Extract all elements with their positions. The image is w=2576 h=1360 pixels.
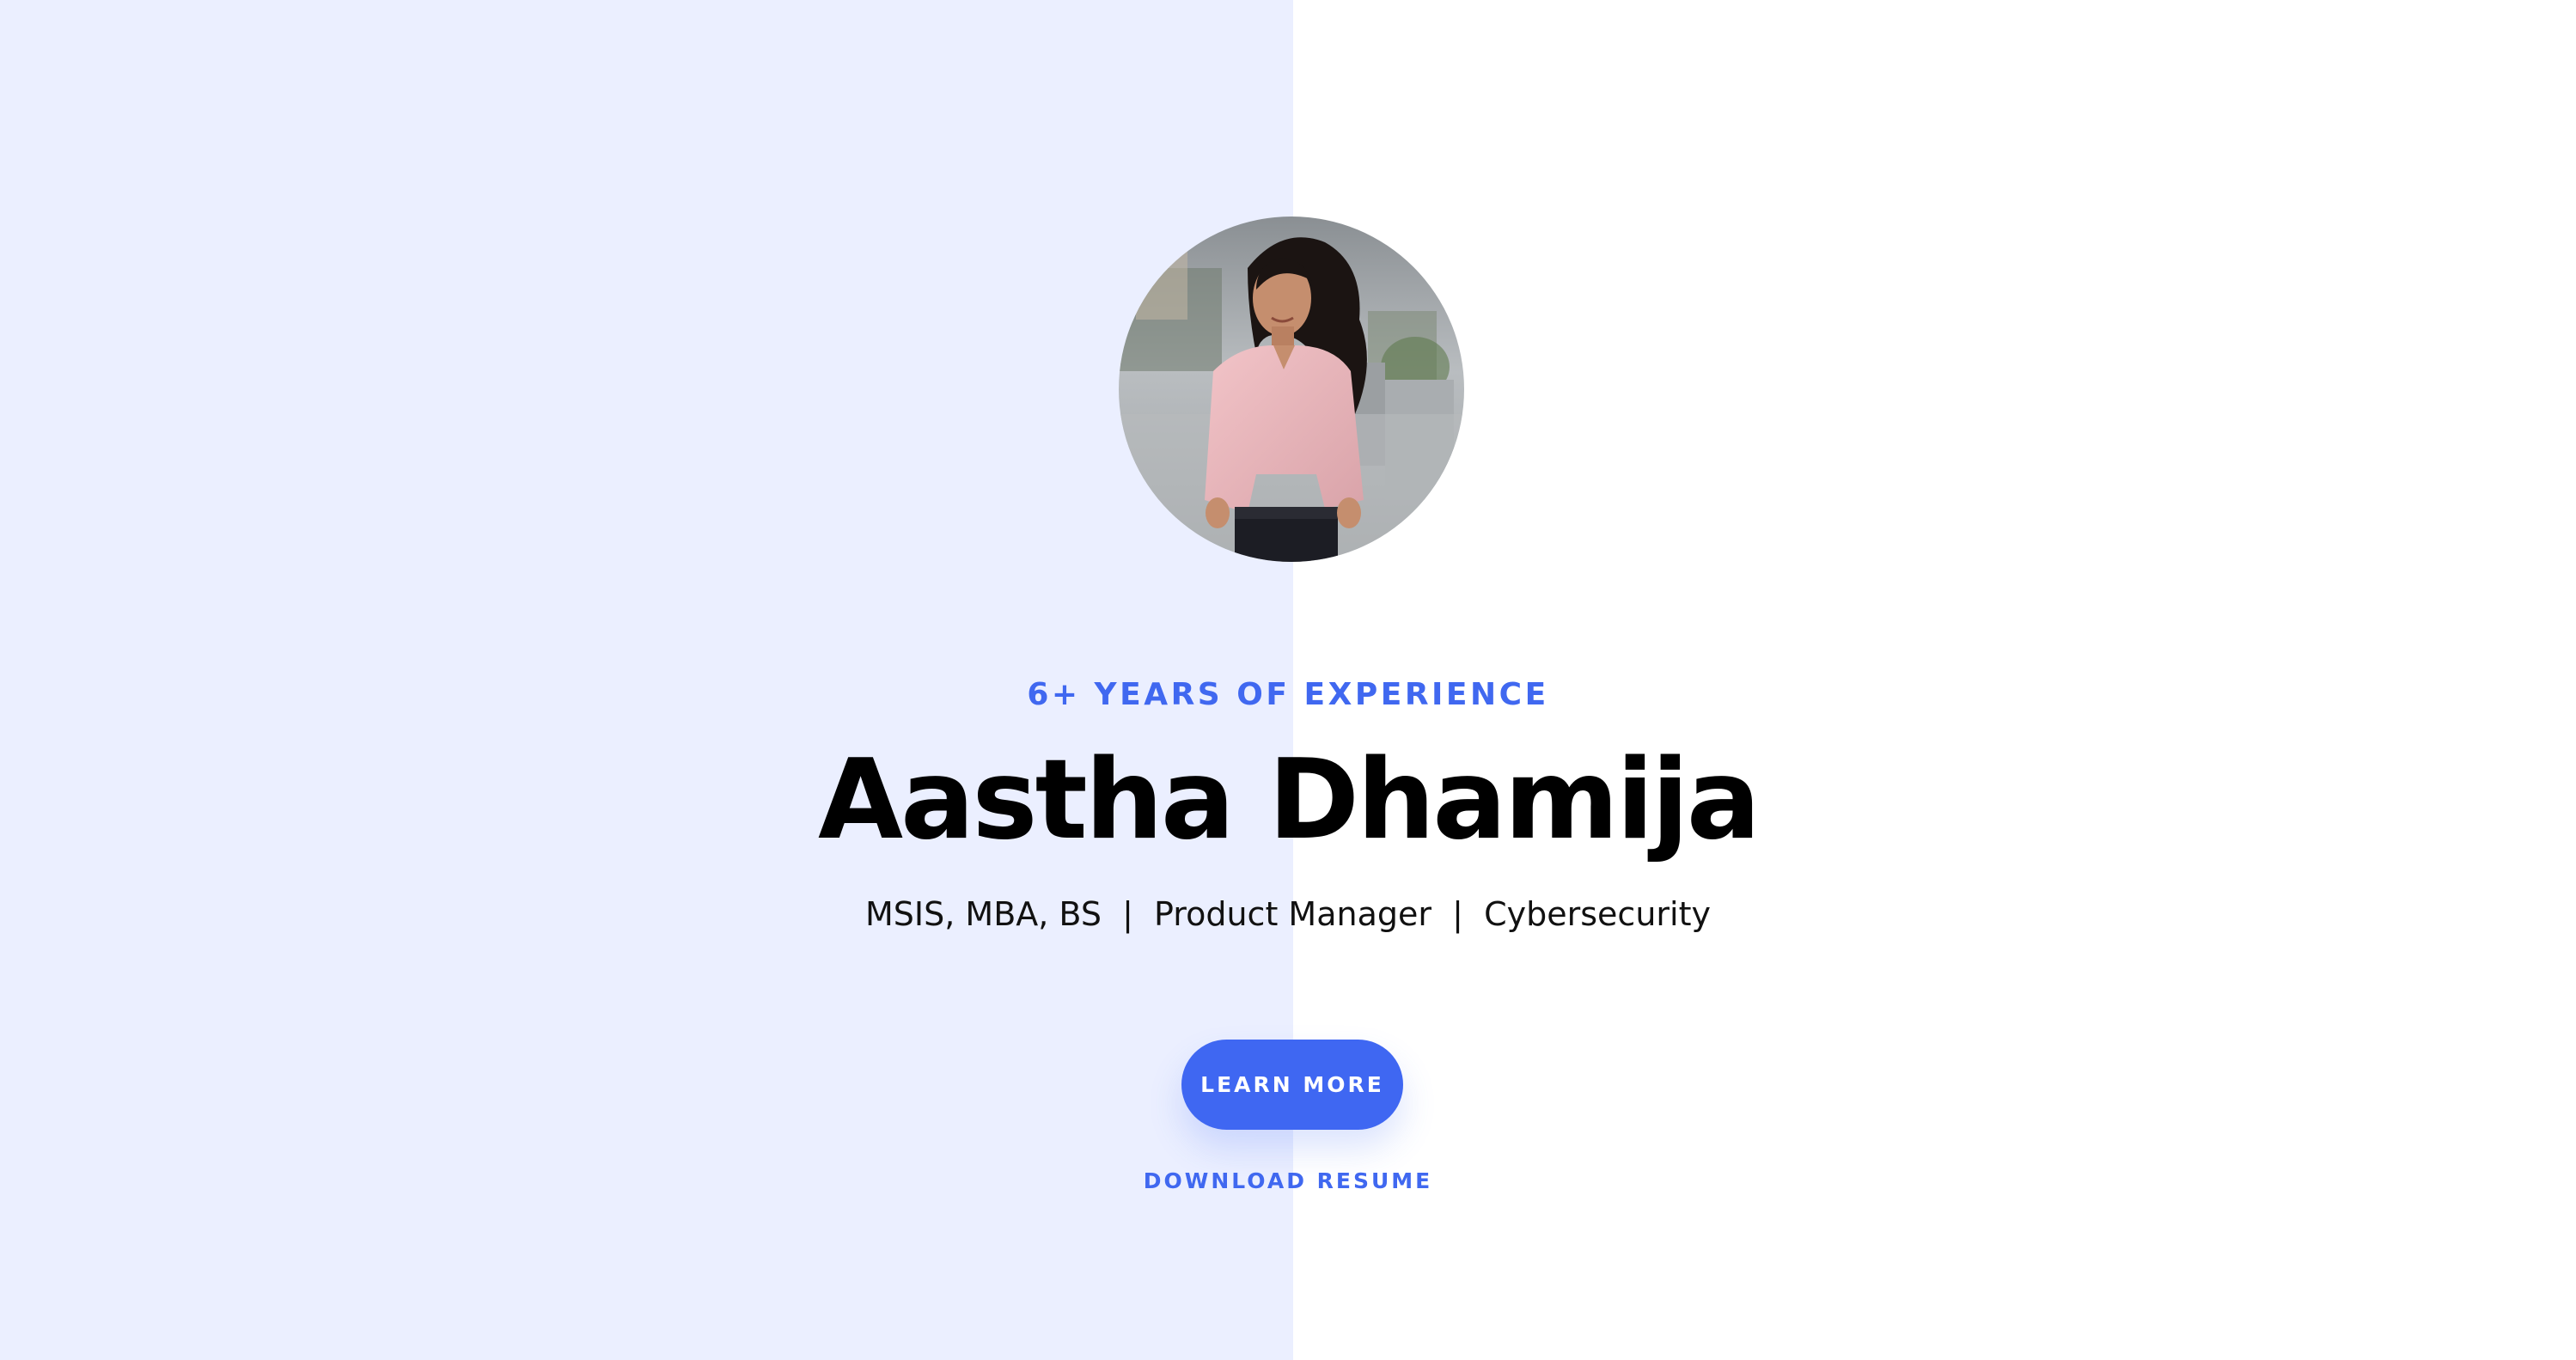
learn-more-button[interactable]: LEARN MORE xyxy=(1181,1040,1403,1130)
experience-eyebrow: 6+ YEARS OF EXPERIENCE xyxy=(1027,677,1549,712)
page: 6+ YEARS OF EXPERIENCE Aastha Dhamija MS… xyxy=(0,0,2576,1360)
credentials-subtitle: MSIS, MBA, BS | Product Manager | Cybers… xyxy=(865,895,1711,933)
hero-section: 6+ YEARS OF EXPERIENCE Aastha Dhamija MS… xyxy=(0,0,2576,1360)
avatar xyxy=(1119,217,1464,562)
profile-photo-icon xyxy=(1119,217,1464,562)
download-resume-link[interactable]: DOWNLOAD RESUME xyxy=(0,1164,2576,1198)
page-title: Aastha Dhamija xyxy=(817,736,1761,864)
